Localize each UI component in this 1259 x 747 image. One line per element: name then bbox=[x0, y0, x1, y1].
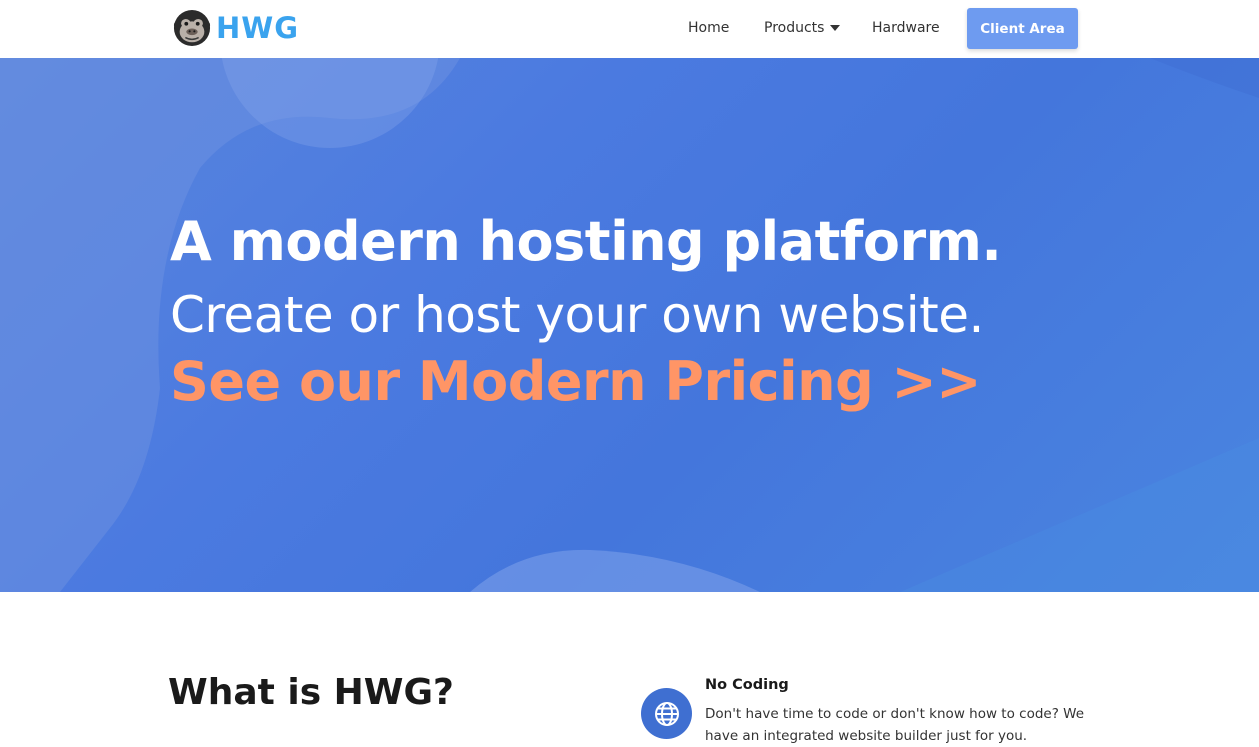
hero-headline: A modern hosting platform. bbox=[170, 210, 1002, 273]
hero-subheadline: Create or host your own website. bbox=[170, 286, 984, 344]
nav-products-dropdown[interactable]: Products bbox=[764, 19, 841, 37]
caret-down-icon bbox=[830, 25, 841, 31]
client-area-button[interactable]: Client Area bbox=[967, 8, 1078, 49]
client-area-label: Client Area bbox=[980, 20, 1065, 37]
pricing-cta-link[interactable]: See our Modern Pricing >> bbox=[170, 350, 982, 414]
navbar: HWG Home Products Hardware Client Area bbox=[0, 0, 1259, 58]
nav-hardware-link[interactable]: Hardware bbox=[872, 19, 940, 37]
globe-icon bbox=[641, 688, 692, 739]
logo-text: HWG bbox=[216, 10, 300, 45]
hero-section: A modern hosting platform. Create or hos… bbox=[0, 58, 1259, 592]
about-title: What is HWG? bbox=[168, 672, 454, 713]
feature-description: Don't have time to code or don't know ho… bbox=[705, 706, 1085, 744]
nav-products-label: Products bbox=[764, 20, 825, 36]
logo[interactable]: HWG bbox=[173, 8, 299, 48]
gorilla-icon bbox=[173, 9, 211, 47]
feature-title: No Coding bbox=[705, 677, 789, 693]
nav-home-link[interactable]: Home bbox=[688, 19, 729, 37]
